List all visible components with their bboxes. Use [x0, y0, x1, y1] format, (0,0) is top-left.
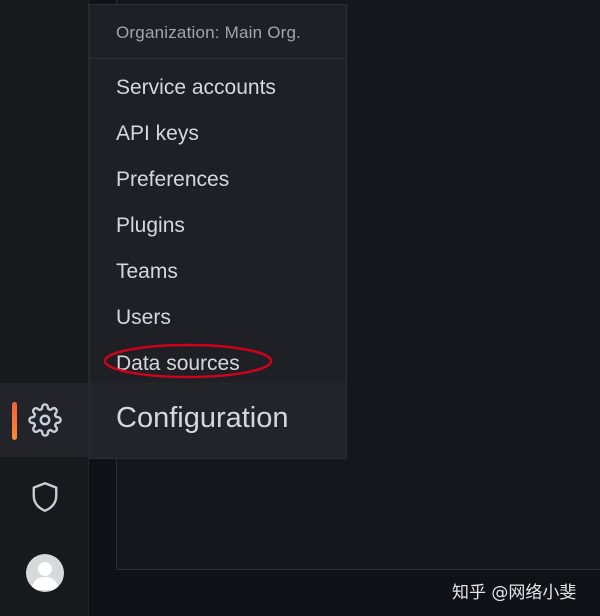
- gear-icon: [27, 403, 62, 437]
- shield-icon: [32, 482, 57, 512]
- side-navigation: [0, 0, 89, 616]
- app-root: Organization: Main Org. Service accounts…: [0, 0, 600, 616]
- menu-item-plugins[interactable]: Plugins: [90, 202, 346, 248]
- menu-item-service-accounts[interactable]: Service accounts: [90, 64, 346, 110]
- menu-header-organization: Organization: Main Org.: [90, 5, 346, 59]
- menu-item-preferences[interactable]: Preferences: [90, 156, 346, 202]
- menu-item-api-keys[interactable]: API keys: [90, 110, 346, 156]
- menu-item-data-sources[interactable]: Data sources: [90, 340, 346, 386]
- nav-item-profile[interactable]: [0, 536, 89, 610]
- menu-item-teams[interactable]: Teams: [90, 248, 346, 294]
- menu-item-users[interactable]: Users: [90, 294, 346, 340]
- user-avatar: [25, 554, 64, 592]
- nav-item-configuration[interactable]: [0, 383, 89, 457]
- watermark: 知乎 @网络小斐: [452, 583, 577, 603]
- menu-list: Service accounts API keys Preferences Pl…: [90, 64, 346, 386]
- menu-section-title[interactable]: Configuration: [89, 382, 347, 459]
- user-icon: [30, 562, 59, 590]
- nav-item-server-admin[interactable]: [0, 460, 89, 534]
- configuration-dropdown-menu: Organization: Main Org. Service accounts…: [89, 4, 347, 382]
- active-indicator: [12, 402, 17, 440]
